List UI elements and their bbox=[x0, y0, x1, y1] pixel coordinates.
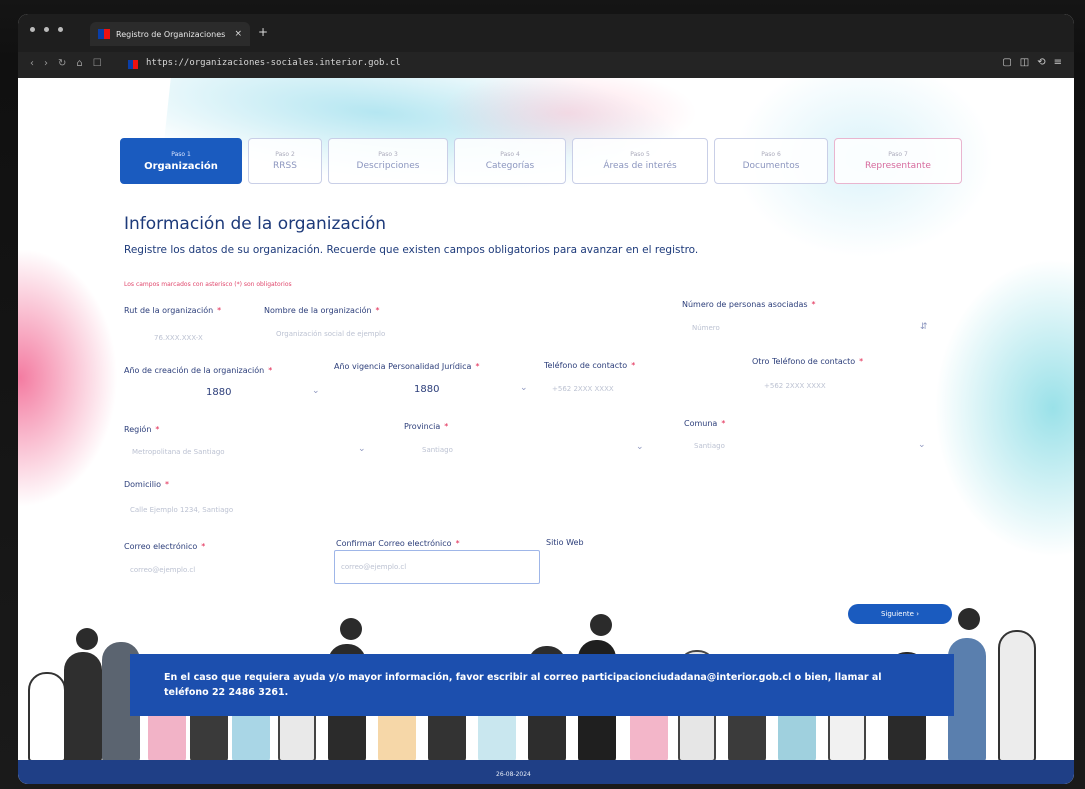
forward-icon[interactable]: › bbox=[44, 58, 48, 69]
extensions-icon[interactable]: ▢ bbox=[1002, 57, 1011, 68]
region-label: Región * bbox=[124, 425, 160, 434]
browser-window: Registro de Organizaciones × + ‹ › ↻ ⌂ ☐… bbox=[18, 14, 1074, 784]
step-label: Categorías bbox=[485, 161, 535, 171]
step-categorias[interactable]: Paso 4 Categorías bbox=[454, 138, 566, 184]
bookmark-icon[interactable]: ☐ bbox=[93, 58, 102, 69]
step-areas-de-interes[interactable]: Paso 5 Áreas de interés bbox=[572, 138, 708, 184]
person-head bbox=[958, 608, 980, 630]
maximize-window-dot[interactable] bbox=[58, 27, 63, 32]
step-label: Organización bbox=[144, 160, 218, 172]
chevron-down-icon[interactable]: ⌄ bbox=[918, 440, 926, 450]
tab-close-icon[interactable]: × bbox=[234, 29, 242, 39]
telefono-label: Teléfono de contacto * bbox=[544, 361, 636, 370]
nombre-input[interactable]: Organización social de ejemplo bbox=[276, 330, 385, 338]
browser-tab[interactable]: Registro de Organizaciones × bbox=[90, 22, 250, 46]
otro-telefono-input[interactable]: +562 2XXX XXXX bbox=[764, 382, 826, 390]
back-icon[interactable]: ‹ bbox=[30, 58, 34, 69]
home-icon[interactable]: ⌂ bbox=[76, 58, 82, 69]
step-number: Paso 4 bbox=[500, 151, 520, 158]
mandatory-fields-note: Los campos marcados con asterisco (*) so… bbox=[124, 281, 292, 288]
stepper-arrows-icon[interactable]: ⇵ bbox=[920, 322, 928, 332]
decorative-splash bbox=[934, 258, 1074, 558]
step-number: Paso 7 bbox=[888, 151, 908, 158]
step-documentos[interactable]: Paso 6 Documentos bbox=[714, 138, 828, 184]
decorative-splash bbox=[18, 248, 118, 508]
person-figure bbox=[64, 652, 102, 762]
person-figure bbox=[28, 672, 66, 762]
confirmar-correo-input[interactable]: correo@ejemplo.cl bbox=[334, 550, 540, 584]
site-favicon-icon bbox=[128, 60, 138, 69]
nav-buttons: ‹ › ↻ ⌂ ☐ bbox=[30, 58, 102, 69]
minimize-window-dot[interactable] bbox=[44, 27, 49, 32]
history-icon[interactable]: ⟲ bbox=[1037, 57, 1045, 68]
step-descripciones[interactable]: Paso 3 Descripciones bbox=[328, 138, 448, 184]
step-number: Paso 6 bbox=[761, 151, 781, 158]
confirmar-correo-label: Confirmar Correo electrónico * bbox=[336, 539, 460, 548]
provincia-select[interactable]: Santiago bbox=[422, 446, 453, 454]
personas-input[interactable]: Número bbox=[692, 324, 720, 332]
domicilio-input[interactable]: Calle Ejemplo 1234, Santiago bbox=[130, 506, 233, 514]
monitor-frame: Registro de Organizaciones × + ‹ › ↻ ⌂ ☐… bbox=[0, 0, 1085, 789]
otro-telefono-label: Otro Teléfono de contacto * bbox=[752, 357, 864, 366]
domicilio-label: Domicilio * bbox=[124, 480, 170, 489]
step-number: Paso 5 bbox=[630, 151, 650, 158]
page-subtitle: Registre los datos de su organización. R… bbox=[124, 244, 699, 256]
sitio-web-label: Sitio Web bbox=[546, 538, 584, 547]
telefono-input[interactable]: +562 2XXX XXXX bbox=[552, 385, 614, 393]
footer-date: 26-08-2024 bbox=[496, 771, 531, 778]
siguiente-button[interactable]: Siguiente › bbox=[848, 604, 952, 624]
comuna-label: Comuna * bbox=[684, 419, 726, 428]
url-input[interactable]: https://organizaciones-sociales.interior… bbox=[146, 58, 401, 68]
anio-creacion-select[interactable]: 1880 bbox=[206, 387, 231, 398]
chile-flag-icon bbox=[98, 29, 110, 39]
new-tab-icon[interactable]: + bbox=[258, 25, 268, 39]
person-figure bbox=[998, 630, 1036, 762]
chevron-down-icon[interactable]: ⌄ bbox=[312, 386, 320, 396]
address-bar: ‹ › ↻ ⌂ ☐ https://organizaciones-sociale… bbox=[18, 52, 1074, 78]
page-title: Información de la organización bbox=[124, 214, 387, 234]
step-label: Áreas de interés bbox=[603, 161, 677, 171]
anio-vigencia-label: Año vigencia Personalidad Jurídica * bbox=[334, 362, 480, 371]
person-head bbox=[76, 628, 98, 650]
step-label: Documentos bbox=[742, 161, 800, 171]
step-label: Representante bbox=[865, 161, 931, 171]
nombre-label: Nombre de la organización * bbox=[264, 306, 380, 315]
confirmar-correo-value: correo@ejemplo.cl bbox=[341, 563, 407, 571]
chevron-down-icon[interactable]: ⌄ bbox=[520, 383, 528, 393]
correo-label: Correo electrónico * bbox=[124, 542, 206, 551]
rut-input[interactable]: 76.XXX.XXX-X bbox=[154, 334, 203, 342]
window-controls[interactable] bbox=[30, 27, 63, 32]
anio-creacion-label: Año de creación de la organización * bbox=[124, 366, 273, 375]
step-number: Paso 1 bbox=[171, 150, 191, 158]
step-number: Paso 3 bbox=[378, 151, 398, 158]
step-representante[interactable]: Paso 7 Representante bbox=[834, 138, 962, 184]
region-select[interactable]: Metropolitana de Santiago bbox=[132, 448, 225, 456]
step-rrss[interactable]: Paso 2 RRSS bbox=[248, 138, 322, 184]
step-label: RRSS bbox=[273, 161, 297, 171]
sidebar-icon[interactable]: ◫ bbox=[1020, 57, 1029, 68]
step-organizacion[interactable]: Paso 1 Organización bbox=[120, 138, 242, 184]
help-banner: En el caso que requiera ayuda y/o mayor … bbox=[130, 654, 954, 716]
person-head bbox=[590, 614, 612, 636]
chevron-down-icon[interactable]: ⌄ bbox=[636, 442, 644, 452]
footer-bar bbox=[18, 760, 1074, 784]
rut-label: Rut de la organización * bbox=[124, 306, 222, 315]
provincia-label: Provincia * bbox=[404, 422, 449, 431]
registration-stepper: Paso 1 Organización Paso 2 RRSS Paso 3 D… bbox=[120, 138, 962, 184]
step-label: Descripciones bbox=[356, 161, 420, 171]
step-number: Paso 2 bbox=[275, 151, 295, 158]
reload-icon[interactable]: ↻ bbox=[58, 58, 66, 69]
close-window-dot[interactable] bbox=[30, 27, 35, 32]
correo-input[interactable]: correo@ejemplo.cl bbox=[130, 566, 195, 574]
comuna-select[interactable]: Santiago bbox=[694, 442, 725, 450]
chevron-down-icon[interactable]: ⌄ bbox=[358, 444, 366, 454]
anio-vigencia-select[interactable]: 1880 bbox=[414, 384, 439, 395]
personas-label: Número de personas asociadas * bbox=[682, 300, 816, 309]
browser-toolbar-right: ▢ ◫ ⟲ ≡ bbox=[1002, 57, 1062, 68]
tab-title: Registro de Organizaciones bbox=[116, 29, 226, 39]
browser-tab-bar: Registro de Organizaciones × + bbox=[18, 14, 1074, 52]
menu-icon[interactable]: ≡ bbox=[1054, 57, 1062, 68]
page-content: Paso 1 Organización Paso 2 RRSS Paso 3 D… bbox=[18, 78, 1074, 784]
person-head bbox=[340, 618, 362, 640]
